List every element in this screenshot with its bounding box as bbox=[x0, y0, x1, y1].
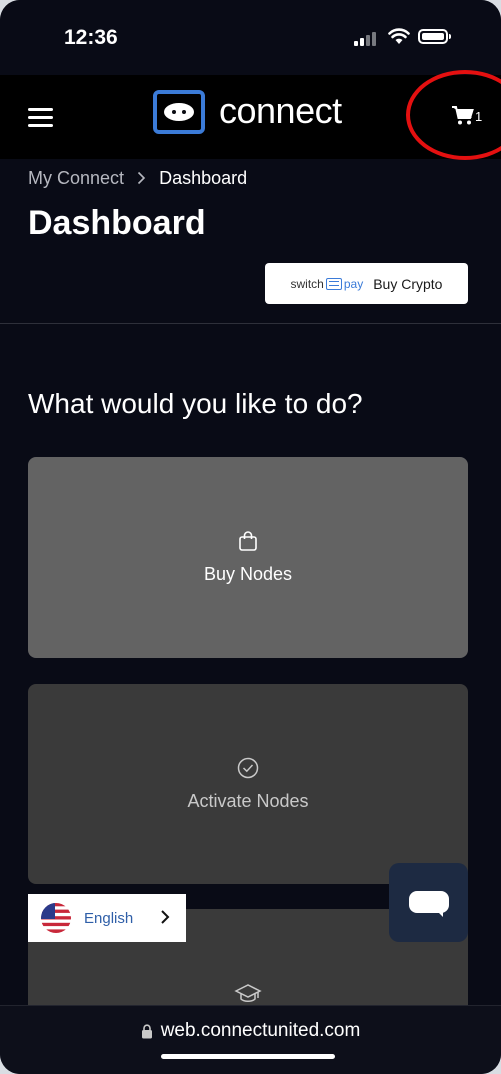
us-flag-icon bbox=[41, 903, 71, 933]
buy-crypto-label: Buy Crypto bbox=[373, 275, 443, 292]
logo-mark-icon bbox=[153, 90, 205, 134]
divider bbox=[0, 323, 501, 324]
chevron-right-icon bbox=[161, 910, 170, 924]
chat-bubble-icon bbox=[409, 891, 449, 913]
status-time: 12:36 bbox=[64, 26, 118, 49]
activate-nodes-card[interactable]: Activate Nodes bbox=[28, 684, 468, 884]
breadcrumb: My Connect Dashboard bbox=[28, 168, 247, 189]
lock-icon bbox=[141, 1023, 152, 1038]
chat-button[interactable] bbox=[389, 863, 468, 942]
buy-crypto-button[interactable]: switch pay Buy Crypto bbox=[265, 263, 468, 304]
buy-nodes-label: Buy Nodes bbox=[203, 564, 293, 584]
phone-screen: 12:36 connect 1 My Connect Dashboard Das… bbox=[0, 0, 501, 1074]
activate-nodes-label: Activate Nodes bbox=[187, 790, 309, 811]
shopping-bag-icon bbox=[239, 531, 257, 551]
language-label: English bbox=[84, 909, 134, 927]
browser-url-bar[interactable]: web.connectunited.com bbox=[0, 1005, 501, 1074]
chat-tail-icon bbox=[435, 909, 443, 917]
switchpay-box-icon bbox=[325, 277, 342, 290]
check-circle-icon bbox=[237, 757, 259, 778]
battery-icon bbox=[418, 29, 451, 44]
status-bar: 12:36 bbox=[0, 0, 501, 75]
language-selector[interactable]: English bbox=[28, 894, 186, 942]
section-question: What would you like to do? bbox=[28, 388, 363, 419]
switchpay-logo-right: pay bbox=[343, 276, 364, 291]
logo-text: connect bbox=[219, 90, 342, 131]
page-title: Dashboard bbox=[28, 204, 206, 242]
chevron-right-icon bbox=[137, 168, 151, 188]
home-indicator[interactable] bbox=[161, 1054, 335, 1059]
wifi-icon bbox=[388, 28, 410, 44]
buy-nodes-card[interactable]: Buy Nodes bbox=[28, 457, 468, 658]
url-text: web.connectunited.com bbox=[160, 1020, 361, 1041]
breadcrumb-my-connect[interactable]: My Connect bbox=[28, 168, 124, 188]
breadcrumb-current: Dashboard bbox=[159, 168, 248, 188]
menu-icon[interactable] bbox=[28, 108, 53, 128]
switchpay-logo-left: switch bbox=[290, 276, 324, 291]
graduation-cap-icon bbox=[234, 984, 262, 1002]
signal-icon bbox=[354, 30, 380, 46]
switchpay-logo: switch pay bbox=[291, 277, 364, 291]
